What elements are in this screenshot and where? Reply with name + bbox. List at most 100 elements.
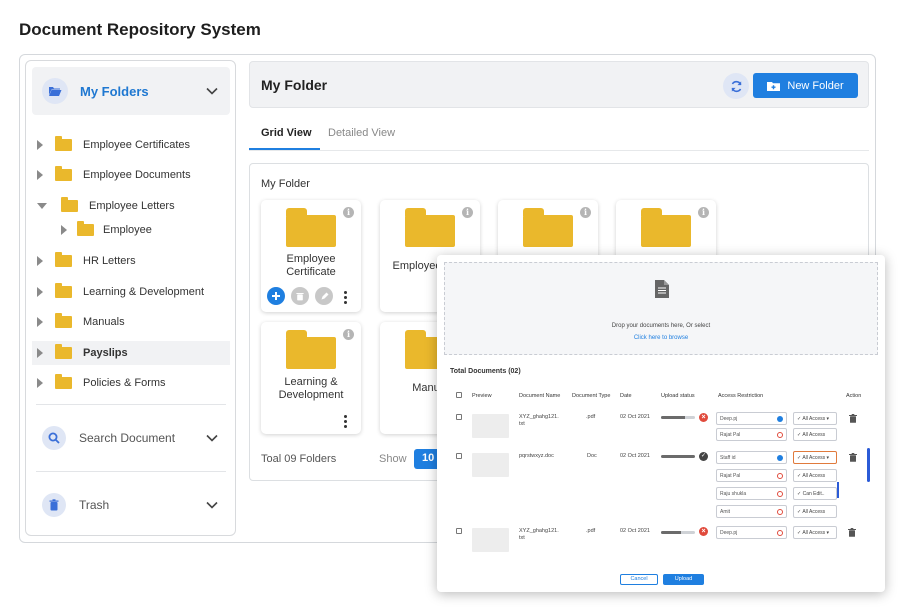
cancel-button[interactable]: Cancel [620, 574, 658, 585]
sidebar-item-employee-documents[interactable]: Employee Documents [37, 164, 191, 186]
upload-progress [661, 416, 695, 419]
expand-arrow-icon[interactable] [37, 256, 43, 266]
access-user-field[interactable]: Rajat Pal [716, 428, 787, 441]
expand-arrow-icon[interactable] [37, 287, 43, 297]
info-icon[interactable]: i [580, 207, 591, 218]
remove-user-icon[interactable] [777, 509, 783, 515]
browse-link[interactable]: Click here to browse [445, 335, 877, 341]
more-options-icon[interactable] [344, 291, 347, 304]
document-name: XYZ_ghahg121. txt [519, 414, 559, 427]
dropdown-option[interactable]: ✓ Can Edit.. [793, 487, 837, 500]
sidebar-item-policies-forms[interactable]: Policies & Forms [37, 372, 166, 394]
info-icon[interactable]: i [343, 329, 354, 340]
folder-icon [55, 313, 72, 328]
access-level-select[interactable]: ✓ All Access ▾ [793, 412, 837, 425]
delete-row-icon[interactable] [849, 453, 857, 462]
row-checkbox[interactable] [456, 528, 462, 534]
access-level: All Access [802, 455, 826, 461]
refresh-button[interactable] [723, 73, 749, 99]
dropdown-scrollbar[interactable] [837, 482, 839, 498]
sidebar-item-employee[interactable]: Employee [61, 219, 152, 241]
chevron-down-icon[interactable] [206, 501, 218, 509]
remove-user-icon[interactable] [777, 473, 783, 479]
access-user-field[interactable]: Rajat Pal [716, 469, 787, 482]
add-user-icon[interactable] [777, 455, 783, 461]
expand-arrow-icon[interactable] [61, 225, 67, 235]
sidebar-item-manuals[interactable]: Manuals [37, 311, 125, 333]
row-checkbox[interactable] [456, 414, 462, 420]
collapse-arrow-icon[interactable] [37, 203, 47, 209]
delete-icon[interactable] [291, 287, 309, 305]
expand-arrow-icon[interactable] [37, 140, 43, 150]
delete-row-icon[interactable] [849, 414, 857, 423]
access-user-field[interactable]: Deep.pj [716, 412, 787, 425]
sidebar-item-employee-certificates[interactable]: Employee Certificates [37, 134, 190, 156]
new-folder-button[interactable]: New Folder [753, 73, 858, 98]
add-icon[interactable] [267, 287, 285, 305]
tab-detailed-view[interactable]: Detailed View [328, 127, 395, 139]
access-user-field[interactable]: Amit [716, 505, 787, 518]
chevron-down-icon[interactable] [206, 87, 218, 95]
active-tab-indicator [249, 148, 320, 150]
sidebar-item-employee-letters[interactable]: Employee Letters [37, 195, 175, 217]
document-preview [472, 453, 509, 477]
expand-arrow-icon[interactable] [37, 317, 43, 327]
document-date: 02 Oct 2021 [620, 414, 650, 420]
new-folder-label: New Folder [787, 79, 844, 92]
expand-arrow-icon[interactable] [37, 348, 43, 358]
folder-card[interactable]: i Employee Certificate [261, 200, 361, 312]
document-preview [472, 528, 509, 552]
access-user: Deep.pj [720, 530, 738, 536]
access-user-field[interactable]: Deep.pj [716, 526, 787, 539]
access-level-select[interactable]: ✓ All Access ▾ [793, 451, 837, 464]
column-header: Preview [472, 393, 492, 399]
access-level: Can Edit.. [802, 491, 825, 497]
sidebar-item-learning-development[interactable]: Learning & Development [37, 281, 204, 303]
folder-header: My Folder New Folder [249, 61, 869, 108]
delete-row-icon[interactable] [848, 528, 856, 537]
sidebar-item-hr-letters[interactable]: HR Letters [37, 250, 136, 272]
access-level-select[interactable]: ✓ All Access ▾ [793, 526, 837, 539]
remove-user-icon[interactable] [777, 432, 783, 438]
access-level: All Access [802, 509, 826, 515]
dropdown-option[interactable]: ✓ All Access [793, 505, 837, 518]
access-user: Amit [720, 509, 730, 515]
folder-icon [523, 208, 573, 247]
drop-zone[interactable]: Drop your documents here, Or select Clic… [444, 262, 878, 355]
expand-arrow-icon[interactable] [37, 170, 43, 180]
folder-icon [286, 208, 336, 247]
remove-user-icon[interactable] [777, 530, 783, 536]
select-all-checkbox[interactable] [456, 392, 462, 398]
trash-section[interactable]: Trash [42, 490, 226, 520]
upload-progress [661, 531, 695, 534]
upload-button[interactable]: Upload [663, 574, 704, 585]
progress-fill [661, 531, 682, 534]
tab-grid-view[interactable]: Grid View [261, 127, 312, 139]
remove-user-icon[interactable] [777, 491, 783, 497]
add-user-icon[interactable] [777, 416, 783, 422]
folder-name: Employee Certificate [286, 253, 336, 278]
info-icon[interactable]: i [698, 207, 709, 218]
edit-icon[interactable] [315, 287, 333, 305]
info-icon[interactable]: i [462, 207, 473, 218]
access-user-field[interactable]: Staff id [716, 451, 787, 464]
chevron-down-icon[interactable] [206, 434, 218, 442]
expand-arrow-icon[interactable] [37, 378, 43, 388]
dropdown-option[interactable]: ✓ All Access [793, 469, 837, 482]
search-document-section[interactable]: Search Document [42, 423, 226, 453]
access-level-select[interactable]: ✓ All Access [793, 428, 837, 441]
row-checkbox[interactable] [456, 453, 462, 459]
more-options-icon[interactable] [344, 415, 347, 428]
document-preview [472, 414, 509, 438]
sidebar-item-payslips[interactable]: Payslips [37, 342, 128, 364]
document-date: 02 Oct 2021 [620, 528, 650, 534]
folder-card[interactable]: i Learning & Development [261, 322, 361, 434]
refresh-icon [731, 80, 741, 92]
folder-card[interactable]: i [616, 200, 716, 260]
folder-icon [55, 374, 72, 389]
access-user-field[interactable]: Raju shukla [716, 487, 787, 500]
scrollbar[interactable] [867, 448, 870, 482]
info-icon[interactable]: i [343, 207, 354, 218]
my-folders-header[interactable]: My Folders [32, 67, 230, 115]
folder-card[interactable]: i [498, 200, 598, 260]
